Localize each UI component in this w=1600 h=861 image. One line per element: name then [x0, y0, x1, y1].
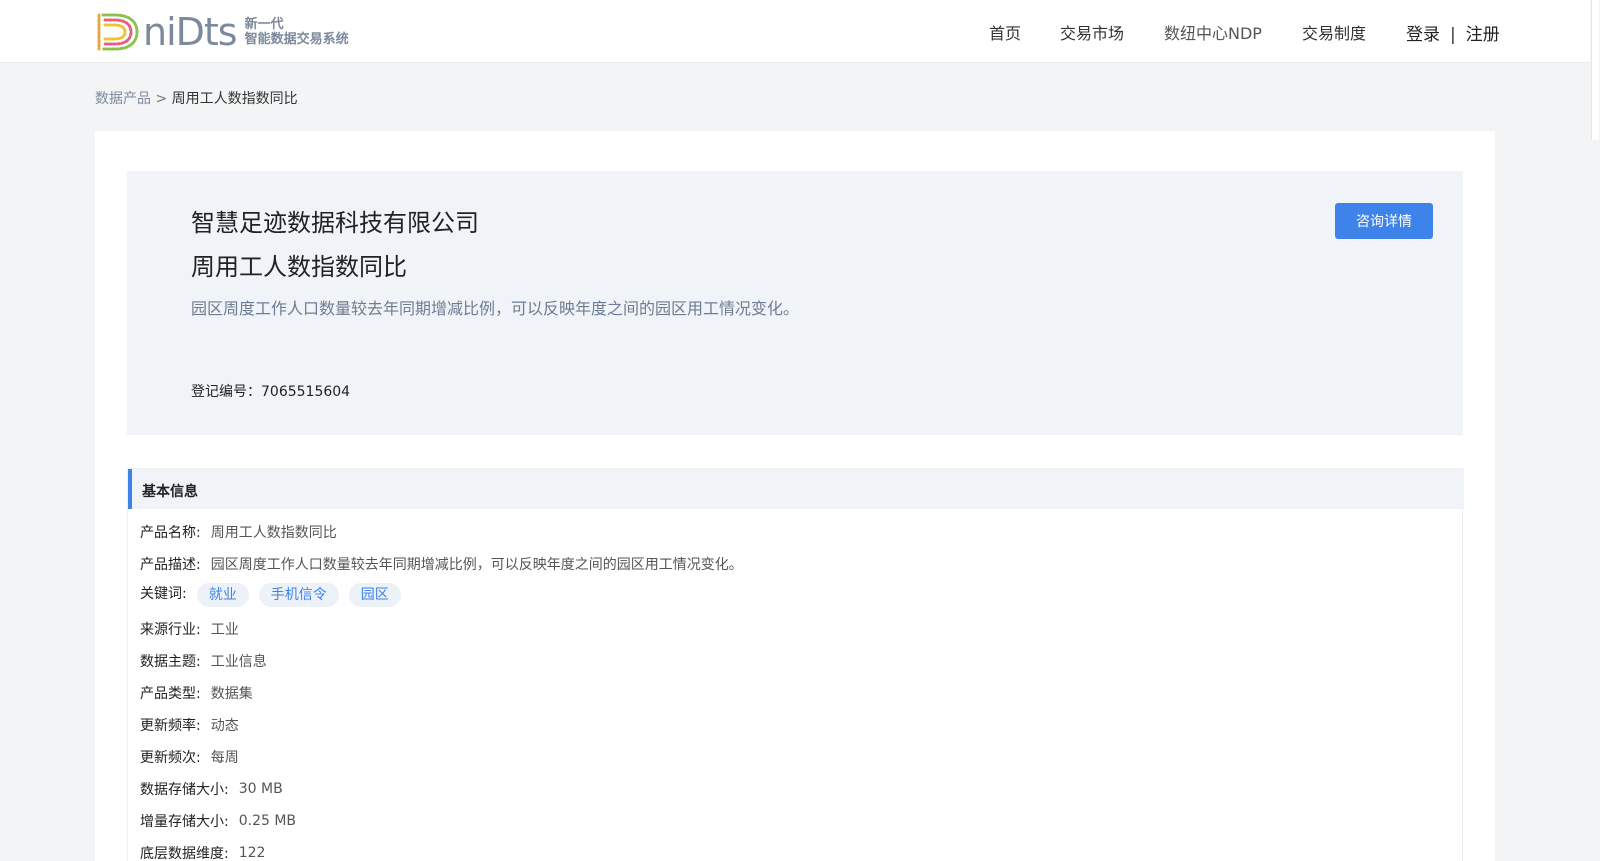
- breadcrumb-data-products[interactable]: 数据产品: [95, 91, 151, 107]
- basic-info-title: 基本信息: [142, 484, 198, 500]
- info-label: 数据主题:: [140, 654, 201, 670]
- info-value: 数据集: [210, 686, 253, 702]
- top-navbar: niDts 新一代 智能数据交易系统 首页 交易市场 数纽中心NDP 交易制度 …: [0, 0, 1590, 63]
- registration-number: 登记编号：7065515604: [191, 381, 350, 401]
- product-hero: 智慧足迹数据科技有限公司 周用工人数指数同比 园区周度工作人口数量较去年同期增减…: [127, 171, 1463, 435]
- info-label: 增量存储大小:: [140, 814, 229, 830]
- info-label: 关键词:: [140, 586, 187, 602]
- info-value: 工业: [210, 622, 239, 638]
- info-row-product-type: 产品类型: 数据集: [140, 683, 253, 703]
- nav-trading-rules[interactable]: 交易制度: [1302, 20, 1366, 44]
- keyword-tag[interactable]: 手机信令: [258, 583, 339, 607]
- consult-details-button[interactable]: 咨询详情: [1335, 203, 1433, 239]
- keyword-tag[interactable]: 就业: [196, 583, 249, 607]
- info-value: 122: [238, 845, 266, 861]
- nav-ndp-center[interactable]: 数纽中心NDP: [1164, 20, 1262, 44]
- product-detail-card: 智慧足迹数据科技有限公司 周用工人数指数同比 园区周度工作人口数量较去年同期增减…: [95, 131, 1495, 861]
- info-value: 园区周度工作人口数量较去年同期增减比例，可以反映年度之间的园区用工情况变化。: [210, 557, 743, 573]
- info-label: 底层数据维度:: [140, 846, 229, 861]
- vertical-scrollbar[interactable]: [1590, 0, 1600, 861]
- breadcrumb: 数据产品 > 周用工人数指数同比: [95, 88, 298, 108]
- info-label: 产品名称:: [140, 525, 201, 541]
- breadcrumb-separator: >: [155, 91, 168, 107]
- info-row-data-theme: 数据主题: 工业信息: [140, 651, 267, 671]
- logo-tagline: 新一代 智能数据交易系统: [245, 17, 349, 47]
- info-row-data-dimensions: 底层数据维度: 122: [140, 843, 265, 861]
- info-row-source-industry: 来源行业: 工业: [140, 619, 239, 639]
- nav-home[interactable]: 首页: [989, 20, 1021, 44]
- registration-value: 7065515604: [261, 384, 351, 400]
- info-row-storage-size: 数据存储大小: 30 MB: [140, 779, 283, 799]
- info-label: 更新频率:: [140, 718, 201, 734]
- info-label: 更新频次:: [140, 750, 201, 766]
- registration-label: 登记编号：: [191, 384, 261, 400]
- logo-d-icon: [97, 13, 139, 51]
- info-label: 数据存储大小:: [140, 782, 229, 798]
- info-label: 来源行业:: [140, 622, 201, 638]
- info-value: 30 MB: [238, 781, 283, 797]
- info-value: 每周: [210, 750, 239, 766]
- logo-tagline-line2: 智能数据交易系统: [244, 32, 349, 47]
- auth-links: 登录 | 注册: [1406, 20, 1500, 45]
- breadcrumb-current: 周用工人数指数同比: [171, 91, 298, 107]
- logo-wordmark: niDts: [143, 10, 238, 54]
- product-title: 周用工人数指数同比: [191, 253, 407, 281]
- register-link[interactable]: 注册: [1466, 25, 1500, 45]
- basic-info-section: 基本信息 产品名称: 周用工人数指数同比 产品描述: 园区周度工作人口数量较去年…: [127, 468, 1464, 861]
- info-row-keywords: 关键词: 就业 手机信令 园区: [140, 583, 401, 607]
- info-row-update-interval: 更新频次: 每周: [140, 747, 239, 767]
- scrollbar-thumb[interactable]: [1591, 0, 1599, 140]
- logo[interactable]: niDts 新一代 智能数据交易系统: [93, 10, 349, 54]
- login-link[interactable]: 登录: [1406, 25, 1440, 45]
- auth-separator: |: [1450, 25, 1456, 45]
- info-label: 产品描述:: [140, 557, 201, 573]
- logo-tagline-line1: 新一代: [244, 17, 284, 32]
- info-row-product-name: 产品名称: 周用工人数指数同比: [140, 522, 337, 542]
- info-label: 产品类型:: [140, 686, 201, 702]
- info-value: 动态: [210, 718, 239, 734]
- basic-info-header: 基本信息: [128, 469, 1464, 509]
- info-value: 0.25 MB: [238, 813, 297, 829]
- info-row-incremental-size: 增量存储大小: 0.25 MB: [140, 811, 296, 831]
- product-summary: 园区周度工作人口数量较去年同期增减比例，可以反映年度之间的园区用工情况变化。: [191, 299, 800, 318]
- info-value: 周用工人数指数同比: [210, 525, 337, 541]
- keyword-tag[interactable]: 园区: [348, 583, 401, 607]
- info-row-update-frequency: 更新频率: 动态: [140, 715, 239, 735]
- info-row-product-description: 产品描述: 园区周度工作人口数量较去年同期增减比例，可以反映年度之间的园区用工情…: [140, 554, 743, 574]
- info-value: 工业信息: [210, 654, 267, 670]
- nav-market[interactable]: 交易市场: [1060, 20, 1124, 44]
- company-name: 智慧足迹数据科技有限公司: [191, 209, 479, 237]
